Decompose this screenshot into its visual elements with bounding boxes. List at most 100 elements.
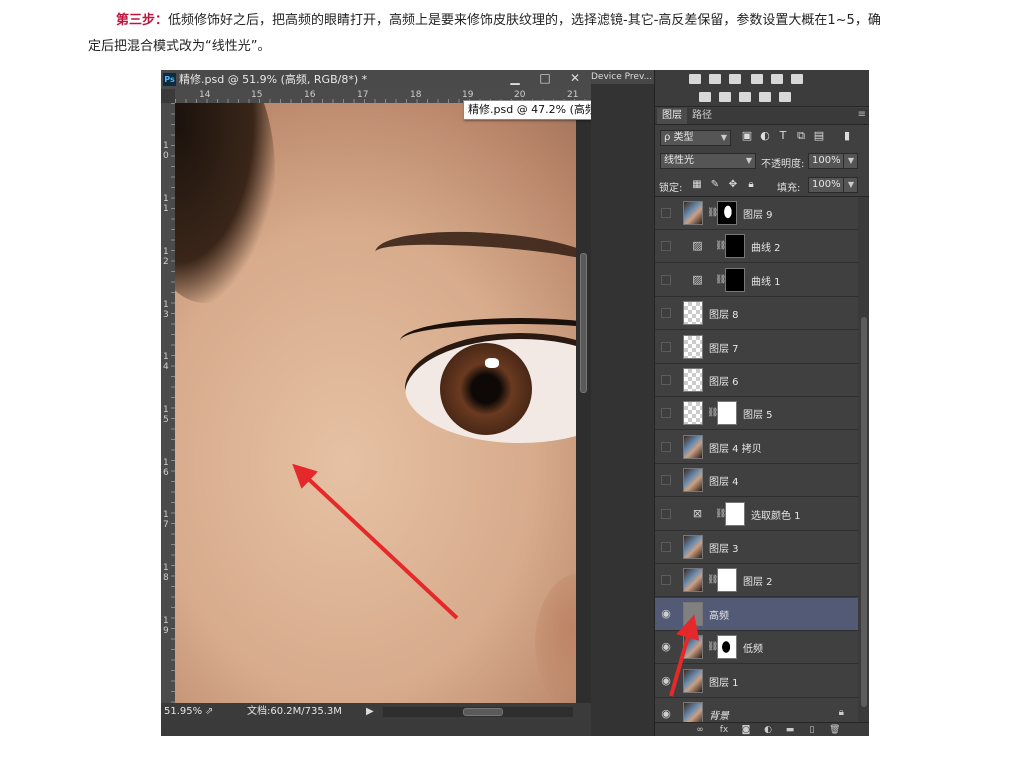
visibility-toggle-off[interactable] [661,308,671,319]
document-title-bar[interactable]: Ps 精修.psd @ 51.9% (高频, RGB/8*) * ▁ □ ✕ [161,70,591,89]
mask-link-icon[interactable]: ⛓ [707,642,718,652]
blend-mode-select[interactable]: 线性光 ▼ [660,153,756,169]
lock-position-icon[interactable]: ✥ [727,179,739,191]
filter-toggle-icon[interactable]: ▮ [841,130,853,142]
visibility-toggle-off[interactable] [661,441,671,452]
adjustment-icon[interactable] [779,92,791,102]
visibility-toggle-off[interactable] [661,341,671,352]
canvas-portrait-photo[interactable] [175,103,576,703]
zoom-level[interactable]: 51.95% [164,703,202,721]
panel-menu-icon[interactable]: ≡ [858,109,866,120]
adjustment-icon[interactable] [791,74,803,84]
fill-field[interactable]: 100% [808,177,845,193]
tab-layers[interactable]: 图层 [657,108,687,124]
lock-transparency-icon[interactable]: ▦ [691,179,703,191]
adjustment-icon[interactable] [739,92,751,102]
visibility-toggle-off[interactable] [661,508,671,519]
layer-row[interactable]: 图层 8 [655,297,858,331]
adjustment-icon[interactable] [759,92,771,102]
layer-mask-thumbnail[interactable] [725,267,745,292]
eye-icon[interactable]: ◉ [661,708,671,719]
layer-row[interactable]: ◉ 高频 [655,597,858,631]
layer-row[interactable]: 图层 4 [655,464,858,498]
layer-row[interactable]: ◉ 图层 1 [655,664,858,698]
lock-pixels-icon[interactable]: ✎ [709,179,721,191]
layer-filter-select[interactable]: ρ 类型 ▼ [660,130,731,146]
layer-row[interactable]: ⛓ 图层 2 [655,564,858,598]
type-filter-icon[interactable]: T [777,130,789,142]
device-preview-tab[interactable]: Device Prev... [591,70,656,84]
share-icon[interactable]: ⇗ [205,703,213,721]
layer-row[interactable]: ▨ ⛓ 曲线 1 [655,263,858,297]
mask-link-icon[interactable]: ⛓ [715,509,726,519]
layer-style-icon[interactable]: fx [719,725,729,735]
new-group-icon[interactable]: ▬ [785,725,795,735]
scrollbar-thumb[interactable] [861,317,867,707]
layer-mask-thumbnail[interactable] [725,501,745,526]
layer-mask-thumbnail[interactable] [717,201,737,225]
layer-mask-thumbnail[interactable] [717,401,737,426]
layer-mask-thumbnail[interactable] [725,234,745,259]
adjustment-icon[interactable] [699,92,711,102]
layer-row[interactable]: 图层 3 [655,531,858,564]
vertical-ruler[interactable]: 1 0 1 1 1 2 1 3 1 4 1 5 1 6 1 7 1 8 1 9 [161,103,175,703]
visibility-toggle-off[interactable] [661,375,671,385]
eye-icon[interactable]: ◉ [661,675,671,686]
eye-icon[interactable]: ◉ [661,608,671,619]
visibility-toggle-off[interactable] [661,475,671,486]
layer-row[interactable]: ⊠ ⛓ 选取颜色 1 [655,497,858,531]
visibility-toggle-off[interactable] [661,208,671,218]
adjustment-icon[interactable] [709,74,721,84]
layer-row[interactable]: ⛓ 图层 5 [655,397,858,431]
layer-row[interactable]: ⛓ 图层 9 [655,197,858,230]
layer-mask-thumbnail[interactable] [717,635,737,660]
panel-dock-gap [591,70,654,736]
mask-link-icon[interactable]: ⛓ [707,208,718,218]
adjustment-icon[interactable] [729,74,741,84]
layer-row[interactable]: 图层 7 [655,330,858,364]
eye-icon[interactable]: ◉ [661,641,671,652]
maximize-icon[interactable]: □ [531,70,559,86]
new-adjustment-icon[interactable]: ◐ [763,725,773,735]
adjustment-icon[interactable] [689,74,701,84]
layer-row[interactable]: 图层 4 拷贝 [655,430,858,464]
layers-scrollbar[interactable] [858,197,869,722]
layer-row[interactable]: 图层 6 [655,364,858,397]
delete-layer-icon[interactable]: 🗑︎ [829,725,840,735]
mask-link-icon[interactable]: ⛓ [707,575,718,585]
shape-filter-icon[interactable]: ⧉ [795,130,807,142]
adjustment-icon[interactable] [771,74,783,84]
mask-link-icon[interactable]: ⛓ [715,275,726,285]
visibility-toggle-off[interactable] [661,408,671,419]
mask-link-icon[interactable]: ⛓ [707,408,718,418]
link-layers-icon[interactable]: ∞ [695,725,705,735]
visibility-toggle-off[interactable] [661,274,671,285]
tab-paths[interactable]: 路径 [687,108,717,124]
visibility-toggle-off[interactable] [661,575,671,586]
pixel-filter-icon[interactable]: ▣ [741,130,753,142]
lock-all-icon[interactable]: 🔒︎ [745,179,757,191]
fill-dropdown[interactable]: ▼ [843,177,858,193]
status-menu-arrow-icon[interactable]: ▶ [366,703,374,721]
layer-mask-thumbnail[interactable] [717,568,737,593]
close-icon[interactable]: ✕ [561,70,589,86]
adjustment-icon[interactable] [751,74,763,84]
canvas-vertical-scrollbar[interactable] [576,103,591,703]
adjustment-filter-icon[interactable]: ◐ [759,130,771,142]
layer-row[interactable]: ◉ ⛓ 低频 [655,631,858,665]
smart-object-filter-icon[interactable]: ▤ [813,130,825,142]
scrollbar-thumb[interactable] [580,253,587,393]
minimize-icon[interactable]: ▁ [501,70,529,86]
mask-link-icon[interactable]: ⛓ [715,241,726,251]
visibility-toggle-off[interactable] [661,542,671,552]
scrollbar-thumb[interactable] [463,708,503,716]
opacity-dropdown[interactable]: ▼ [843,153,858,169]
canvas-horizontal-scrollbar[interactable] [383,707,573,717]
layer-row[interactable]: ◉ 背景 🔒︎ [655,698,858,722]
opacity-field[interactable]: 100% [808,153,845,169]
new-layer-icon[interactable]: ▯ [807,725,817,735]
visibility-toggle-off[interactable] [661,241,671,252]
layer-row[interactable]: ▨ ⛓ 曲线 2 [655,230,858,264]
add-mask-icon[interactable]: ◙ [741,725,751,735]
adjustment-icon[interactable] [719,92,731,102]
